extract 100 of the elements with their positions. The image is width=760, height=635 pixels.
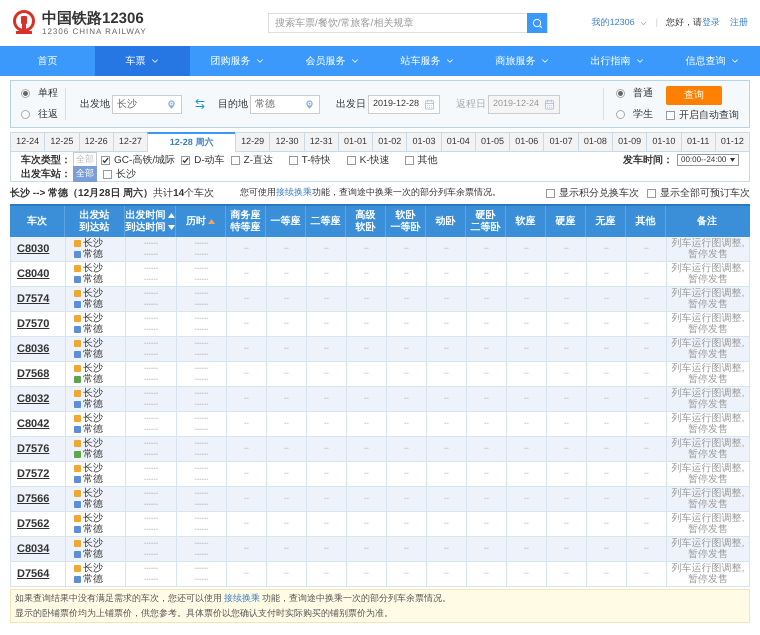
station-option[interactable]: 长沙 [103,166,136,182]
date-tab[interactable]: 01-06 [509,132,544,152]
checkbox[interactable] [181,156,190,164]
train-number-link[interactable]: D7574 [17,290,50,308]
date-field[interactable]: 2019-12-28 [368,94,440,114]
date-tab[interactable]: 01-10 [646,132,681,152]
checkbox[interactable] [288,156,298,164]
remark-cell-text: 列车运行图调整,暂停发售 [670,513,746,535]
train-type-option[interactable]: D-动车 [181,152,225,168]
date-tab[interactable]: 12-28 周六 [147,132,236,152]
filter-label: 车次类型： [21,153,71,168]
auto-query-option[interactable]: 开启自动查询 [666,108,739,122]
column-header: 商务座 [230,210,260,221]
station-name: 长沙 [83,563,103,574]
date-tab[interactable]: 12-29 [235,132,270,152]
date-tab[interactable]: 01-07 [543,132,578,152]
field-label: 出发地 [80,98,110,112]
display-option[interactable]: 显示全部可预订车次 [647,186,750,200]
search-button[interactable] [527,13,547,33]
station-name: 长沙 [83,463,103,474]
date-tab[interactable]: 01-01 [338,132,372,152]
date-tab[interactable]: 01-09 [612,132,646,152]
train-type-option[interactable]: Z-直达 [230,152,289,168]
from-station-field[interactable]: 长沙 [112,94,182,114]
sort-up-icon[interactable] [168,213,174,218]
station-name: 长沙 [83,288,103,299]
checkbox[interactable] [647,188,656,198]
column-header: 到达站 [80,222,110,234]
train-number-link[interactable]: D7566 [17,490,50,508]
sort-down-icon[interactable] [168,225,174,230]
date-tab[interactable]: 01-05 [474,132,510,152]
date-tab[interactable]: 12-25 [44,132,79,152]
checkbox[interactable] [103,170,112,178]
station-name: 长沙 [83,538,103,549]
date-tab[interactable]: 01-11 [680,132,715,152]
radio-button[interactable] [616,110,625,119]
swap-icon[interactable] [194,98,206,110]
checkbox[interactable] [346,156,356,164]
radio-option[interactable]: 往返 [21,107,65,122]
checkbox[interactable] [404,156,414,164]
radio-button[interactable] [21,89,30,98]
field-label: 返程日 [456,98,486,112]
radio-option[interactable]: 单程 [21,86,65,101]
train-number-link[interactable]: D7568 [17,366,50,382]
caret-icon [730,158,735,162]
date-tab[interactable]: 12-26 [78,132,113,152]
train-type-option[interactable]: T-特快 [288,152,347,168]
remark-cell-text: 列车运行图调整,暂停发售 [670,363,746,385]
checkbox[interactable] [546,188,555,198]
checkbox[interactable] [101,156,110,164]
sort-up-icon[interactable] [208,219,215,224]
radio-button[interactable] [21,110,30,119]
train-number-link[interactable]: D7562 [17,516,50,532]
train-number-link[interactable]: C8030 [17,240,50,258]
login-link[interactable]: 登录 [702,16,720,30]
train-number-link[interactable]: C8034 [17,540,50,558]
train-type-option[interactable]: GC-高铁/城际 [101,152,176,168]
radio-option[interactable]: 学生 [616,107,666,122]
checkbox[interactable] [666,110,675,120]
train-number-link[interactable]: D7572 [17,466,50,482]
register-link[interactable]: 注册 [730,16,748,30]
station-name: 长沙 [83,413,103,424]
transfer-link[interactable]: 接续换乘 [276,187,312,198]
train-number-link[interactable]: D7564 [17,566,50,582]
column-header: 硬卧 [476,210,496,222]
checkbox[interactable] [230,156,240,164]
date-tab[interactable]: 12-24 [10,132,44,152]
date-tab[interactable]: 12-30 [269,132,304,152]
train-number-link[interactable]: C8042 [17,416,50,432]
date-tab[interactable]: 12-31 [304,132,338,152]
station-name: 常德 [83,274,103,285]
train-number-link[interactable]: C8036 [17,340,50,358]
train-number-link[interactable]: D7570 [17,316,50,332]
transfer-link[interactable]: 接续换乘 [224,592,260,602]
station-name: 常德 [83,299,103,310]
train-type-option[interactable]: 其他 [404,152,463,168]
remark-cell-text: 列车运行图调整,暂停发售 [670,463,746,485]
radio-button[interactable] [616,89,625,98]
train-number-link[interactable]: C8032 [17,390,50,408]
search-input[interactable]: 搜索车票/餐饮/常旅客/相关规章 [269,14,527,32]
station-name: 长沙 [83,438,103,449]
train-type-option[interactable]: K-快速 [346,152,405,168]
date-tab[interactable]: 01-08 [578,132,612,152]
date-tab[interactable]: 01-04 [440,132,475,152]
account-link[interactable]: 我的12306 [592,16,635,30]
filter-label: 出发车站： [21,167,71,182]
search-field[interactable]: 搜索车票/餐饮/常旅客/相关规章 [268,13,548,33]
date-tab[interactable]: 01-03 [406,132,441,152]
logo-icon [12,10,36,36]
display-option[interactable]: 显示积分兑换车次 [546,186,639,200]
radio-option[interactable]: 普通 [616,86,666,101]
train-number-link[interactable]: D7576 [17,440,50,458]
column-header: 硬座 [556,216,576,228]
time-select[interactable]: 00:00--24:00 [677,154,739,166]
date-tab[interactable]: 01-12 [714,132,750,152]
date-tab[interactable]: 12-27 [112,132,148,152]
date-tab[interactable]: 01-02 [372,132,406,152]
to-station-field[interactable]: 常德 [250,94,320,114]
nav-item[interactable]: 车票 [95,46,190,76]
train-number-link[interactable]: C8040 [17,266,50,282]
